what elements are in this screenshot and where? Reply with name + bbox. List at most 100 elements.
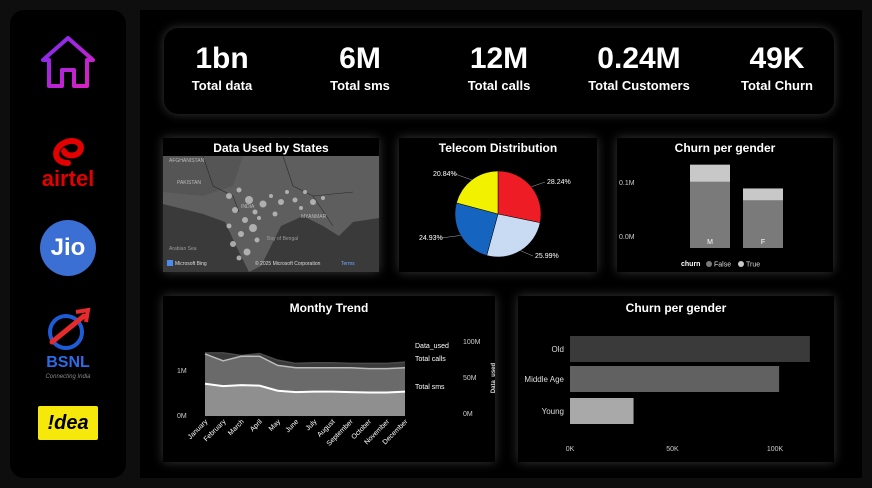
kpi-label: Total sms	[330, 78, 390, 93]
y-tick-label: Young	[542, 407, 564, 416]
x-tick-label: 0K	[566, 446, 575, 453]
idea-label: !dea	[47, 411, 89, 434]
kpi-total-data: 1bn Total data	[152, 40, 292, 94]
legend-title: churn	[681, 261, 700, 268]
map-visual[interactable]: AFGHANISTAN PAKISTAN INDIA MYANMAR Arabi…	[163, 156, 379, 272]
gender-churn-title: Churn per gender	[674, 141, 776, 155]
jio-label: Jio	[50, 234, 86, 261]
state-bubble	[257, 216, 261, 220]
map-attribution: © 2025 Microsoft Corporation	[255, 260, 321, 267]
state-bubble	[321, 196, 325, 200]
x-tick-label: June	[285, 418, 301, 434]
legend-marker	[738, 261, 744, 267]
state-bubble	[226, 223, 232, 229]
pie-chart[interactable]: 28.24% 25.99% 24.93% 20.84%	[399, 156, 597, 272]
state-bubble	[232, 207, 238, 213]
kpi-value: 49K	[749, 42, 805, 75]
map-label-myanmar: MYANMAR	[301, 214, 327, 220]
pie-data-label: 25.99%	[535, 253, 559, 260]
state-bubble	[292, 197, 298, 203]
state-bubble	[310, 199, 316, 205]
map-label-afghanistan: AFGHANISTAN	[169, 158, 205, 164]
age-churn-title: Churn per gender	[625, 301, 727, 315]
state-bubble	[303, 190, 307, 194]
trend-card: Monthy Trend Data_used Total calls Total s…	[163, 296, 495, 462]
x-tick-label: May	[268, 418, 283, 433]
age-churn-card: Churn per gender Old Middle Age Young 0K 50K…	[518, 296, 834, 462]
map-bing-label: Microsoft Bing	[175, 261, 207, 267]
y-tick-label: Old	[552, 345, 564, 354]
state-bubble	[226, 193, 232, 199]
y-tick-label: Middle Age	[524, 375, 564, 384]
map-label-pakistan: PAKISTAN	[177, 180, 201, 186]
state-bubble	[285, 190, 289, 194]
legend-label: False	[714, 262, 731, 269]
pie-data-label: 20.84%	[433, 171, 457, 178]
stacked-bar-segment[interactable]	[690, 164, 730, 182]
airtel-logo[interactable]: airtel	[10, 128, 126, 198]
kpi-label: Total data	[191, 78, 253, 93]
x-tick-label: 100K	[767, 446, 784, 453]
map-label-india: INDIA	[241, 204, 255, 210]
gender-churn-card: Churn per gender 0.1M 0.0M M Fchurn False Tru…	[617, 138, 833, 272]
series-end-label: Total sms	[415, 384, 445, 391]
bing-icon	[167, 260, 173, 266]
kpi-total-calls: 12M Total calls	[429, 40, 569, 94]
pie-data-label: 28.24%	[547, 179, 571, 186]
kpi-label: Total Churn	[741, 78, 813, 93]
state-bubble	[236, 187, 242, 193]
pie-slice[interactable]	[497, 170, 542, 223]
kpi-value: 12M	[469, 42, 529, 75]
state-bubble	[259, 200, 267, 208]
stacked-bar-segment[interactable]	[743, 188, 783, 201]
y-right-axis-title: Data_used	[491, 362, 495, 393]
home-icon[interactable]	[10, 34, 126, 90]
state-bubble	[243, 248, 251, 256]
state-bubble	[254, 237, 260, 243]
state-bubble	[236, 255, 242, 261]
state-bubble	[278, 199, 284, 205]
x-tick-label: April	[249, 418, 264, 433]
airtel-label: airtel	[41, 166, 95, 191]
kpi-value: 0.24M	[597, 42, 681, 75]
brand-sidebar: airtel Jio BSNL Connecting India !dea	[10, 10, 126, 478]
state-bubble	[269, 194, 273, 198]
y-right-tick-label: 50M	[463, 375, 477, 382]
hbar[interactable]	[570, 398, 634, 424]
kpi-total-customers: 0.24M Total Customers	[569, 40, 709, 94]
series-end-label: Total calls	[415, 356, 446, 363]
gender-churn-chart[interactable]: 0.1M 0.0M M Fchurn False True	[617, 156, 833, 272]
state-bubble	[230, 241, 236, 247]
kpi-value: 1bn	[195, 42, 249, 75]
airtel-swirl-icon	[53, 138, 84, 166]
state-bubble	[245, 196, 253, 204]
bsnl-emblem-icon	[48, 307, 91, 350]
y-right-tick-label: 0M	[463, 411, 473, 418]
kpi-value: 6M	[339, 42, 381, 75]
bsnl-label: BSNL	[46, 354, 90, 371]
trend-chart[interactable]: Data_used Total calls Total sms 1M 0M 100M 50M…	[163, 316, 495, 462]
x-tick-label: M	[707, 239, 713, 246]
x-tick-label: July	[305, 418, 319, 432]
kpi-total-sms: 6M Total sms	[290, 40, 430, 94]
bsnl-logo[interactable]: BSNL Connecting India	[10, 302, 126, 386]
pie-leader-line	[520, 250, 534, 257]
y-left-tick-label: 0M	[177, 413, 187, 420]
state-bubble	[299, 206, 303, 210]
trend-title: Monthy Trend	[289, 301, 369, 315]
map-title: Data Used by States	[213, 141, 329, 155]
hbar[interactable]	[570, 336, 810, 362]
state-bubble	[252, 209, 258, 215]
jio-logo[interactable]: Jio	[10, 218, 126, 278]
age-churn-chart[interactable]: Old Middle Age Young 0K 50K 100K	[518, 316, 834, 462]
pie-data-label: 24.93%	[419, 235, 443, 242]
state-bubble	[238, 231, 244, 237]
x-tick-label: March	[227, 418, 246, 437]
idea-logo[interactable]: !dea	[10, 404, 126, 442]
series-end-label: Data_used	[415, 343, 449, 350]
map-terms-link[interactable]: Terms	[341, 261, 355, 267]
map-label-arabian-sea: Arabian Sea	[169, 246, 197, 252]
kpi-total-churn: 49K Total Churn	[707, 40, 847, 94]
hbar[interactable]	[570, 366, 780, 392]
pie-leader-line	[440, 235, 461, 239]
